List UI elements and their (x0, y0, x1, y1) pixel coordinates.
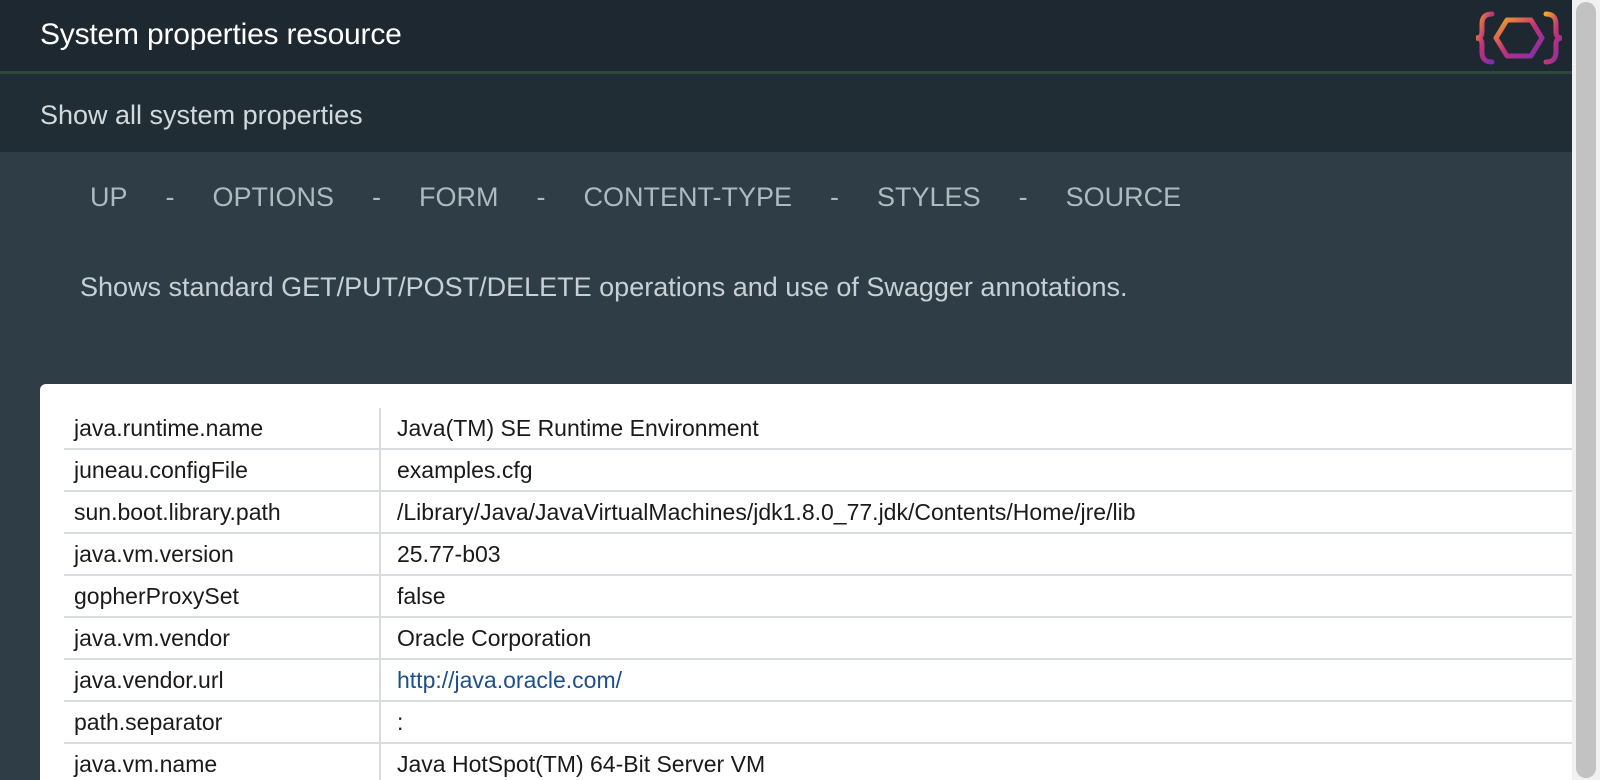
nav-links: UP - OPTIONS - FORM - CONTENT-TYPE - STY… (90, 177, 1181, 217)
property-key: java.vm.version (64, 533, 381, 576)
table-row: sun.boot.library.path /Library/Java/Java… (64, 491, 1572, 534)
nav-separator: - (1018, 181, 1028, 212)
property-value: examples.cfg (380, 449, 1572, 492)
property-value: /Library/Java/JavaVirtualMachines/jdk1.8… (380, 491, 1572, 534)
table-row: path.separator : (64, 701, 1572, 744)
table-row: java.vm.version 25.77-b03 (64, 533, 1572, 576)
property-value: Oracle Corporation (380, 617, 1572, 660)
resource-description: Shows standard GET/PUT/POST/DELETE opera… (80, 272, 1128, 302)
scrollbar-thumb[interactable] (1576, 2, 1596, 778)
vendor-url-link[interactable]: http://java.oracle.com/ (397, 667, 622, 693)
property-key: juneau.configFile (64, 449, 381, 492)
table-row: gopherProxySet false (64, 575, 1572, 618)
property-key: java.vm.vendor (64, 617, 381, 660)
nav-separator: - (165, 181, 175, 212)
table-row: juneau.configFile examples.cfg (64, 449, 1572, 492)
nav-link-up[interactable]: UP (90, 182, 128, 213)
juneau-logo-icon[interactable] (1474, 8, 1564, 68)
property-key: java.vm.name (64, 743, 381, 780)
property-value: Java HotSpot(TM) 64-Bit Server VM (380, 743, 1572, 780)
subheader-bar: Show all system properties (0, 74, 1572, 152)
nav-separator: - (830, 181, 840, 212)
property-value: : (380, 701, 1572, 744)
nav-link-styles[interactable]: STYLES (877, 182, 981, 213)
property-key: path.separator (64, 701, 381, 744)
property-key: sun.boot.library.path (64, 491, 381, 534)
nav-separator: - (372, 181, 382, 212)
nav-link-content-type[interactable]: CONTENT-TYPE (584, 182, 793, 213)
nav-link-form[interactable]: FORM (419, 182, 498, 213)
property-key: java.vendor.url (64, 659, 381, 702)
table-row: java.vendor.url http://java.oracle.com/ (64, 659, 1572, 702)
table-row: java.vm.vendor Oracle Corporation (64, 617, 1572, 660)
page-subtitle: Show all system properties (40, 100, 363, 130)
table-row: java.runtime.name Java(TM) SE Runtime En… (64, 408, 1572, 450)
table-row: java.vm.name Java HotSpot(TM) 64-Bit Ser… (64, 743, 1572, 780)
header-bar: System properties resource (0, 0, 1572, 74)
page-title: System properties resource (40, 18, 402, 51)
page: System properties resource Show all syst… (0, 0, 1600, 780)
property-key: gopherProxySet (64, 575, 381, 618)
properties-card: java.runtime.name Java(TM) SE Runtime En… (40, 384, 1572, 780)
nav-link-options[interactable]: OPTIONS (213, 182, 335, 213)
property-value: 25.77-b03 (380, 533, 1572, 576)
property-key: java.runtime.name (64, 408, 381, 450)
property-value: Java(TM) SE Runtime Environment (380, 408, 1572, 450)
nav-link-source[interactable]: SOURCE (1066, 182, 1182, 213)
property-value-cell: http://java.oracle.com/ (380, 659, 1572, 702)
properties-table: java.runtime.name Java(TM) SE Runtime En… (64, 408, 1572, 780)
nav-separator: - (536, 181, 546, 212)
property-value: false (380, 575, 1572, 618)
